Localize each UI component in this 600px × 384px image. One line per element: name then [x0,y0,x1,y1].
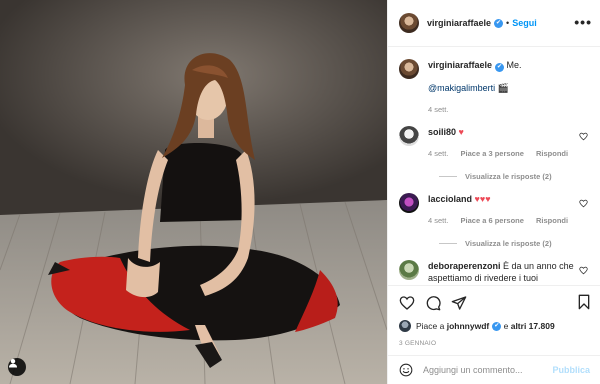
post-actions: Piace a johnnywdf ✔ e altri 17.809 3 GENN… [388,285,600,355]
verified-badge-icon: ✔ [494,18,504,28]
replies-line [439,176,457,177]
likes-prefix: Piace a [416,321,445,331]
comment-time[interactable]: 4 sett. [428,149,448,158]
view-replies-label: Visualizza le risposte (2) [465,172,552,181]
comment-username[interactable]: soili80 [428,127,456,137]
comment-like-heart-icon[interactable] [579,199,588,208]
likes-conjunction: e [503,321,509,331]
likes-others[interactable]: altri 17.809 [511,321,555,331]
emoji-smiley-icon[interactable] [399,363,413,377]
view-replies-button[interactable]: Visualizza le risposte (2) [439,172,590,181]
comment-like-heart-icon[interactable] [579,266,588,275]
comment-username[interactable]: laccioland [428,194,472,204]
caption: virginiaraffaele ✔ Me. @makigalimberti 🎬 … [399,59,590,116]
comment-time[interactable]: 4 sett. [428,216,448,225]
verified-badge-icon: ✔ [495,63,505,72]
like-heart-icon[interactable] [399,295,415,311]
comments-list[interactable]: virginiaraffaele ✔ Me. @makigalimberti 🎬 … [388,47,600,285]
reply-button[interactable]: Rispondi [536,216,568,225]
header-separator: • [506,18,510,28]
comment-bubble-icon[interactable] [425,295,441,311]
author-username[interactable]: virginiaraffaele [427,18,491,28]
add-comment-bar: Aggiungi un commento... Pubblica [388,355,600,384]
author-avatar[interactable] [399,13,419,33]
comment-row: deboraperenzoni È da un anno che aspetti… [399,260,590,284]
comment-username[interactable]: deboraperenzoni [428,261,501,271]
caption-username[interactable]: virginiaraffaele [428,60,492,70]
verified-badge-icon: ✔ [492,321,502,331]
caption-mention[interactable]: @makigalimberti [428,83,495,93]
publish-button[interactable]: Pubblica [552,365,590,375]
caption-time[interactable]: 4 sett. [428,105,448,114]
commenter-avatar[interactable] [399,126,419,146]
more-options-icon[interactable]: ••• [574,14,592,30]
comment-row: laccioland ♥♥♥ 4 sett. Piace a 6 persone… [399,193,590,227]
comment-text: ♥♥♥ [474,194,491,204]
user-icon [9,359,17,368]
share-plane-icon[interactable] [451,295,467,311]
commenter-avatar[interactable] [399,260,419,280]
liker-username[interactable]: johnnywdf [447,321,490,331]
follow-button[interactable]: Segui [512,18,537,28]
liker-avatar[interactable] [399,320,411,332]
reply-button[interactable]: Rispondi [536,149,568,158]
save-bookmark-icon[interactable] [576,294,592,310]
commenter-avatar[interactable] [399,193,419,213]
post-side-panel: virginiaraffaele ✔ • Segui ••• virginiar… [387,0,600,384]
post-photo[interactable] [0,0,387,384]
comment-input[interactable]: Aggiungi un commento... [423,365,552,375]
clapper-emoji: 🎬 [497,83,509,93]
likes-summary[interactable]: Piace a johnnywdf ✔ e altri 17.809 [399,320,590,332]
instagram-post: virginiaraffaele ✔ • Segui ••• virginiar… [0,0,600,384]
photo-illustration [0,0,387,384]
comment-row: soili80 ♥ 4 sett. Piace a 3 persone Risp… [399,126,590,160]
caption-text: Me. [506,60,522,70]
view-replies-label: Visualizza le risposte (2) [465,239,552,248]
comment-likes[interactable]: Piace a 3 persone [461,149,524,158]
view-replies-button[interactable]: Visualizza le risposte (2) [439,239,590,248]
replies-line [439,243,457,244]
post-header: virginiaraffaele ✔ • Segui ••• [388,0,600,47]
comment-like-heart-icon[interactable] [579,132,588,141]
post-date[interactable]: 3 GENNAIO [399,340,590,347]
caption-avatar[interactable] [399,59,419,79]
comment-likes[interactable]: Piace a 6 persone [461,216,524,225]
comment-text: ♥ [458,127,464,137]
tagged-users-button[interactable] [8,358,26,376]
